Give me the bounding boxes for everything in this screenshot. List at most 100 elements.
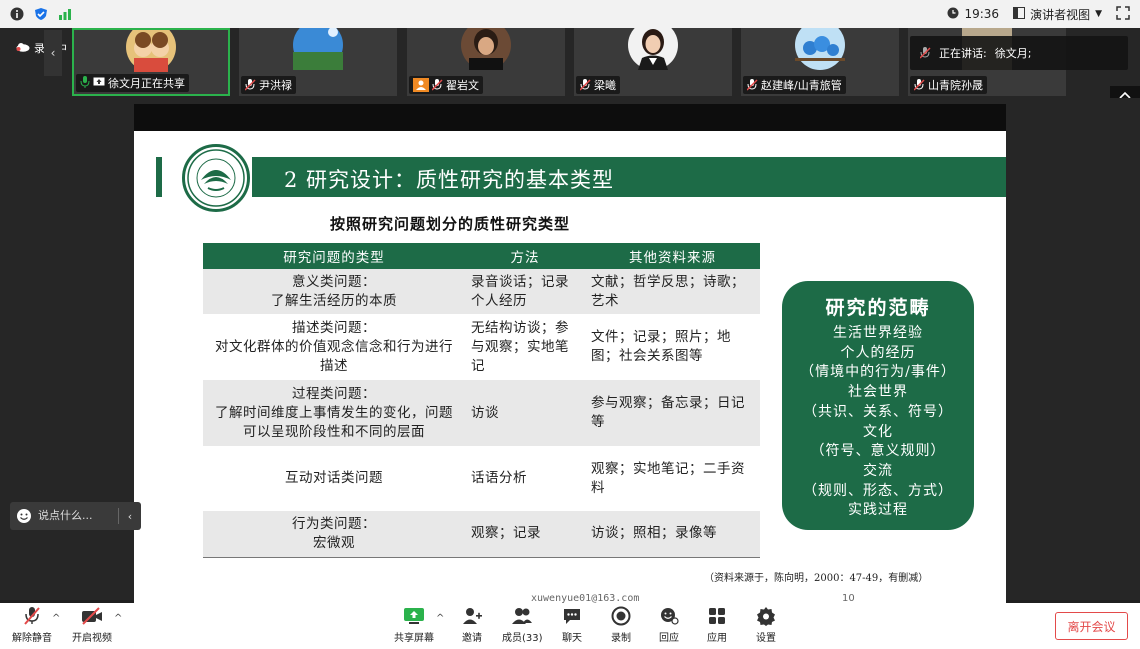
active-speaker-banner: 正在讲话: 徐文月; (910, 36, 1128, 70)
table-cell: 话语分析 (465, 446, 585, 511)
add-user-icon (461, 605, 483, 627)
table-cell: 描述类问题： 对文化群体的价值观念信念和行为进行描述 (203, 314, 465, 380)
title-accent-bar (156, 157, 162, 197)
cell-text: 对文化群体的价值观念信念和行为进行描述 (215, 338, 453, 374)
reaction-hand-icon (658, 605, 680, 627)
scope-line: （共识、关系、符号） (803, 403, 953, 420)
cell-text: 宏微观 (313, 534, 355, 551)
participant-caption: 梁曦 (576, 76, 620, 94)
participant-tile[interactable]: 赵建峰/山青旅管 (741, 28, 899, 96)
table-cell: 访谈 (465, 380, 585, 446)
meeting-toolbar: 解除静音 ^ 开启视频 ^ 共享屏幕 ^ 邀请 成员(33) 聊天 录制 回应 … (0, 603, 1140, 649)
clock-icon (947, 7, 959, 22)
slide-top-band (134, 104, 1006, 131)
invite-label: 邀请 (462, 633, 482, 644)
unmute-button[interactable]: 解除静音 (12, 605, 52, 644)
participant-tile[interactable]: 梁曦 (574, 28, 732, 96)
participant-name: 翟岩文 (446, 79, 479, 92)
table-cell: 无结构访谈；参与观察；实地笔记 (465, 314, 585, 380)
emoji-icon[interactable] (10, 508, 38, 524)
participant-name: 尹洪禄 (259, 79, 292, 92)
meeting-clock: 19:36 (947, 7, 999, 22)
members-icon (511, 605, 533, 627)
table-cell: 访谈；照相；录像等 (585, 511, 760, 558)
record-button[interactable]: 录制 (610, 605, 632, 644)
start-video-label: 开启视频 (72, 633, 112, 644)
scope-line: 文化 (863, 423, 893, 440)
cell-heading: 意义类问题： (292, 273, 376, 290)
info-icon[interactable] (10, 7, 24, 21)
table-cell: 参与观察；备忘录；日记等 (585, 380, 760, 446)
scope-line: （情境中的行为/事件） (800, 364, 956, 381)
participant-caption: 山青院孙晟 (910, 76, 987, 94)
signal-icon[interactable] (58, 7, 72, 21)
table-row: 意义类问题： 了解生活经历的本质 录音谈话；记录个人经历 文献；哲学反思；诗歌；艺… (203, 269, 760, 314)
cell-heading: 描述类问题： (292, 319, 376, 336)
chat-button[interactable]: 聊天 (561, 605, 583, 644)
participant-caption: 赵建峰/山青旅管 (743, 76, 846, 94)
gear-icon (755, 605, 777, 627)
table-cell: 行为类问题： 宏微观 (203, 511, 465, 558)
unmute-label: 解除静音 (12, 633, 52, 644)
scope-line: （规则、形态、方式） (803, 482, 953, 499)
table-cell: 文件；记录；照片；地图；社会关系图等 (585, 314, 760, 380)
top-bar: 19:36 演讲者视图 ▼ (0, 0, 1140, 28)
scope-line: （符号、意义规则） (810, 443, 946, 460)
table-header-row: 研究问题的类型 方法 其他资料来源 (203, 243, 760, 269)
strip-scroll-left-button[interactable]: ‹ (44, 30, 62, 76)
start-video-button[interactable]: 开启视频 (72, 605, 112, 644)
avatar (628, 28, 678, 70)
table-cell: 观察；记录 (465, 511, 585, 558)
slide-title: 2 研究设计：质性研究的基本类型 (284, 168, 615, 192)
speaking-name: 徐文月; (994, 47, 1032, 60)
table-row: 行为类问题： 宏微观 观察；记录 访谈；照相；录像等 (203, 511, 760, 558)
screen-share-icon (93, 77, 105, 90)
participant-name: 梁曦 (594, 79, 616, 92)
fullscreen-icon[interactable] (1116, 5, 1130, 23)
clock-time: 19:36 (964, 7, 1000, 21)
page-number: 10 (842, 593, 855, 603)
invite-button[interactable]: 邀请 (461, 605, 483, 644)
table-row: 过程类问题： 了解时间维度上事情发生的变化，问题可以呈现阶段性和不同的层面 访谈 … (203, 380, 760, 446)
chat-label: 聊天 (562, 633, 582, 644)
chat-placeholder[interactable]: 说点什么... (38, 508, 119, 524)
mic-muted-icon (21, 605, 43, 627)
research-scope-box: 研究的范畴 生活世界经验 个人的经历 （情境中的行为/事件） 社会世界 （共识、… (782, 281, 974, 530)
apps-button[interactable]: 应用 (706, 605, 728, 644)
shared-slide: 2 研究设计：质性研究的基本类型 按照研究问题划分的质性研究类型 研究问题的类型… (134, 131, 1006, 603)
avatar (795, 28, 845, 70)
leave-meeting-button[interactable]: 离开会议 (1055, 612, 1128, 640)
view-mode-dropdown[interactable]: 演讲者视图 ▼ (1013, 6, 1102, 23)
chevron-up-icon[interactable]: ^ (52, 613, 60, 624)
university-seal-logo (182, 144, 250, 212)
apps-grid-icon (706, 605, 728, 627)
qualitative-types-table: 研究问题的类型 方法 其他资料来源 意义类问题： 了解生活经历的本质 录音谈话；记… (203, 243, 760, 558)
scope-title: 研究的范畴 (825, 297, 931, 319)
source-citation: （资料来源于，陈向明，2000：47-49，有删减） (704, 573, 929, 584)
scope-line: 生活世界经验 (833, 325, 923, 341)
chat-quick-input[interactable]: 说点什么... ‹ (10, 502, 141, 530)
cell-heading: 过程类问题： (292, 385, 376, 402)
participant-tile[interactable]: 尹洪禄 (239, 28, 397, 96)
table-cell: 互动对话类问题 (203, 446, 465, 511)
table-cell: 文献；哲学反思；诗歌；艺术 (585, 269, 760, 314)
chevron-left-icon[interactable]: ‹ (119, 510, 141, 523)
shield-icon[interactable] (34, 7, 48, 21)
scope-line: 交流 (863, 462, 893, 479)
participant-tile[interactable]: 徐文月正在共享 (72, 28, 230, 96)
participant-name: 徐文月正在共享 (108, 77, 185, 90)
slide-subtitle: 按照研究问题划分的质性研究类型 (330, 215, 571, 233)
members-button[interactable]: 成员(33) (502, 605, 543, 644)
share-screen-icon (403, 605, 425, 627)
participant-tile[interactable]: 翟岩文 (407, 28, 565, 96)
column-header: 其他资料来源 (585, 243, 760, 269)
mic-muted-icon (431, 79, 443, 91)
chevron-up-icon[interactable]: ^ (114, 613, 122, 624)
share-screen-button[interactable]: 共享屏幕 (394, 605, 434, 644)
settings-button[interactable]: 设置 (755, 605, 777, 644)
table-row: 互动对话类问题 话语分析 观察；实地笔记；二手资料 (203, 446, 760, 511)
avatar (126, 30, 176, 72)
reactions-button[interactable]: 回应 (658, 605, 680, 644)
chevron-up-icon[interactable]: ^ (436, 613, 444, 624)
scope-line: 个人的经历 (840, 344, 916, 361)
